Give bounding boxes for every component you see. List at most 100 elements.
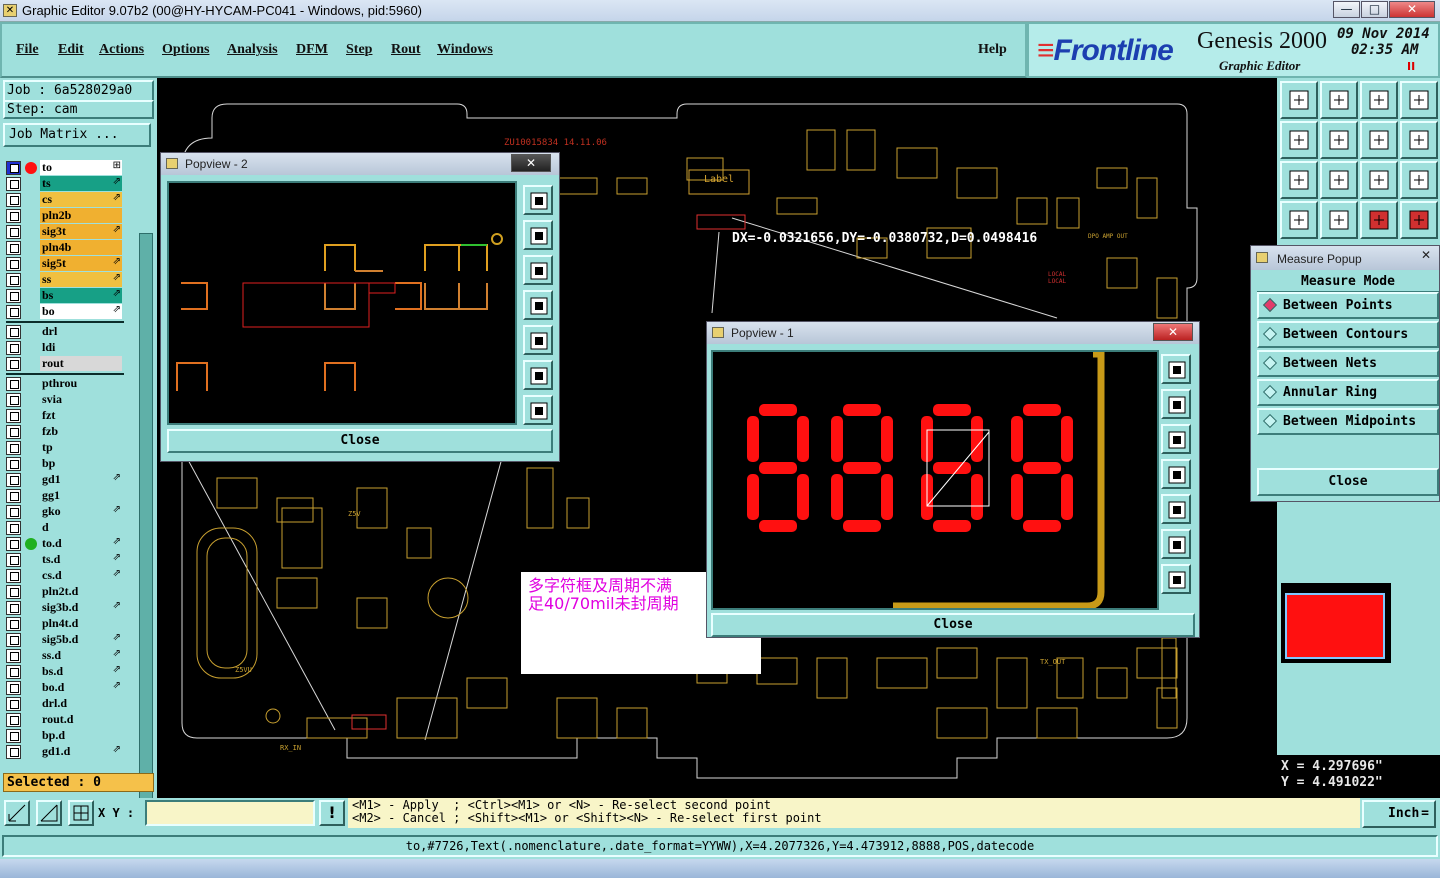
layer-checkbox[interactable] xyxy=(6,697,21,711)
menu-help[interactable]: Help xyxy=(978,42,1007,58)
alert-button[interactable]: ! xyxy=(319,800,345,826)
layer-checkbox[interactable] xyxy=(6,193,21,207)
layer-checkbox[interactable] xyxy=(6,325,21,339)
layer-name[interactable]: drl xyxy=(40,324,122,339)
layer-row-drl[interactable]: drl xyxy=(6,324,124,339)
layer-checkbox[interactable] xyxy=(6,569,21,583)
popview-2-titlebar[interactable]: Popview - 2 ✕ xyxy=(161,153,559,175)
window-icon[interactable] xyxy=(1400,81,1438,119)
layer-checkbox[interactable] xyxy=(6,681,21,695)
layer-row-bs[interactable]: bs ⇗ xyxy=(6,288,124,303)
layer-row-gd1-d[interactable]: gd1.d ⇗ xyxy=(6,744,124,759)
layer-checkbox[interactable] xyxy=(6,745,21,759)
layer-checkbox[interactable] xyxy=(6,473,21,487)
menu-step[interactable]: Step xyxy=(346,42,372,58)
layer-checkbox[interactable] xyxy=(6,553,21,567)
layer-name[interactable]: ldi xyxy=(40,340,122,355)
pause-indicator[interactable]: II xyxy=(1407,60,1415,73)
layer-row-pln2b[interactable]: pln2b xyxy=(6,208,124,223)
flip-icon[interactable] xyxy=(1360,121,1398,159)
layer-checkbox[interactable] xyxy=(6,617,21,631)
minimize-button[interactable]: — xyxy=(1333,1,1360,18)
measure-mode-between-midpoints[interactable]: Between Midpoints xyxy=(1257,408,1439,435)
popview-2-view[interactable] xyxy=(167,181,517,425)
layer-row-bo-d[interactable]: bo.d ⇗ xyxy=(6,680,124,695)
menu-rout[interactable]: Rout xyxy=(391,42,421,58)
layer-row-pln4t-d[interactable]: pln4t.d xyxy=(6,616,124,631)
popview-1-view[interactable] xyxy=(711,350,1159,610)
layer-checkbox[interactable] xyxy=(6,341,21,355)
measure-mode-between-points[interactable]: Between Points xyxy=(1257,292,1439,319)
layer-row-sig3b-d[interactable]: sig3b.d ⇗ xyxy=(6,600,124,615)
help-icon[interactable] xyxy=(1400,161,1438,199)
layer-row-drl-d[interactable]: drl.d xyxy=(6,696,124,711)
layer-scrollbar[interactable] xyxy=(139,233,153,848)
forward-icon[interactable] xyxy=(1320,121,1358,159)
layer-checkbox[interactable] xyxy=(6,649,21,663)
popview-1-close-button[interactable]: Close xyxy=(711,613,1195,637)
ratio-icon[interactable] xyxy=(1360,161,1398,199)
layer-row-ts-d[interactable]: ts.d ⇗ xyxy=(6,552,124,567)
layer-name[interactable]: sig3b.d xyxy=(40,600,122,615)
layer-row-d[interactable]: d xyxy=(6,520,124,535)
xy-input[interactable] xyxy=(145,800,315,826)
layer-name[interactable]: bo.d xyxy=(40,680,122,695)
layer-row-rout-d[interactable]: rout.d xyxy=(6,712,124,727)
zoom-box-icon[interactable] xyxy=(4,800,30,826)
layer-checkbox[interactable] xyxy=(6,425,21,439)
layer-checkbox[interactable] xyxy=(6,441,21,455)
maximize-button[interactable]: □ xyxy=(1361,1,1388,18)
layer-row-svia[interactable]: svia xyxy=(6,392,124,407)
menu-actions[interactable]: Actions xyxy=(99,42,144,58)
layer-name[interactable]: gko xyxy=(40,504,122,519)
layer-checkbox[interactable] xyxy=(6,161,21,175)
layer-affected-dot[interactable] xyxy=(25,162,37,174)
menu-edit[interactable]: Edit xyxy=(58,42,84,58)
rotate-icon[interactable] xyxy=(1400,121,1438,159)
center-icon[interactable] xyxy=(1320,161,1358,199)
layer-name[interactable]: rout.d xyxy=(40,712,122,727)
popview-1-zoom-out-icon[interactable] xyxy=(1161,564,1191,594)
layer-name[interactable]: ts xyxy=(40,176,122,191)
fit-icon[interactable] xyxy=(1280,161,1318,199)
layer-checkbox[interactable] xyxy=(6,489,21,503)
popview-1-pan-up-icon[interactable] xyxy=(1161,389,1191,419)
layer-name[interactable]: bp.d xyxy=(40,728,122,743)
layer-checkbox[interactable] xyxy=(6,601,21,615)
popview-1-zoom-in-icon[interactable] xyxy=(1161,529,1191,559)
menu-analysis[interactable]: Analysis xyxy=(227,42,278,58)
back-icon[interactable] xyxy=(1280,121,1318,159)
layer-row-sig5t[interactable]: sig5t ⇗ xyxy=(6,256,124,271)
board-minimap[interactable] xyxy=(1281,583,1391,663)
layer-name[interactable]: rout xyxy=(40,356,122,371)
layer-row-pln4b[interactable]: pln4b xyxy=(6,240,124,255)
layer-checkbox[interactable] xyxy=(6,409,21,423)
layer-row-ldi[interactable]: ldi xyxy=(6,340,124,355)
layer-name[interactable]: bs xyxy=(40,288,122,303)
layer-checkbox[interactable] xyxy=(6,713,21,727)
layer-checkbox[interactable] xyxy=(6,273,21,287)
grid-icon[interactable] xyxy=(68,800,94,826)
measure-mode-between-nets[interactable]: Between Nets xyxy=(1257,350,1439,377)
layer-name[interactable]: gd1.d xyxy=(40,744,122,759)
layer-row-to[interactable]: to ⊞ xyxy=(6,160,124,175)
popview-1-pan-right-icon[interactable] xyxy=(1161,494,1191,524)
layer-checkbox[interactable] xyxy=(6,177,21,191)
layer-name[interactable]: pln2t.d xyxy=(40,584,122,599)
popview-2-pan-right-icon[interactable] xyxy=(523,325,553,355)
layer-name[interactable]: sig5t xyxy=(40,256,122,271)
layer-row-bp[interactable]: bp xyxy=(6,456,124,471)
layer-name[interactable]: bo xyxy=(40,304,122,319)
layer-row-sig3t[interactable]: sig3t ⇗ xyxy=(6,224,124,239)
job-matrix-button[interactable]: Job Matrix ... xyxy=(3,123,151,147)
snapshot-icon[interactable] xyxy=(1320,81,1358,119)
layer-row-tp[interactable]: tp xyxy=(6,440,124,455)
popview-2-pan-left-icon[interactable] xyxy=(523,290,553,320)
layer-row-bp-d[interactable]: bp.d xyxy=(6,728,124,743)
menu-file[interactable]: File xyxy=(16,42,39,58)
popview-2-pan-down-icon[interactable] xyxy=(523,255,553,285)
layer-checkbox[interactable] xyxy=(6,377,21,391)
measure-mode-annular-ring[interactable]: Annular Ring xyxy=(1257,379,1439,406)
layer-name[interactable]: d xyxy=(40,520,122,535)
layer-name[interactable]: pthrou xyxy=(40,376,122,391)
